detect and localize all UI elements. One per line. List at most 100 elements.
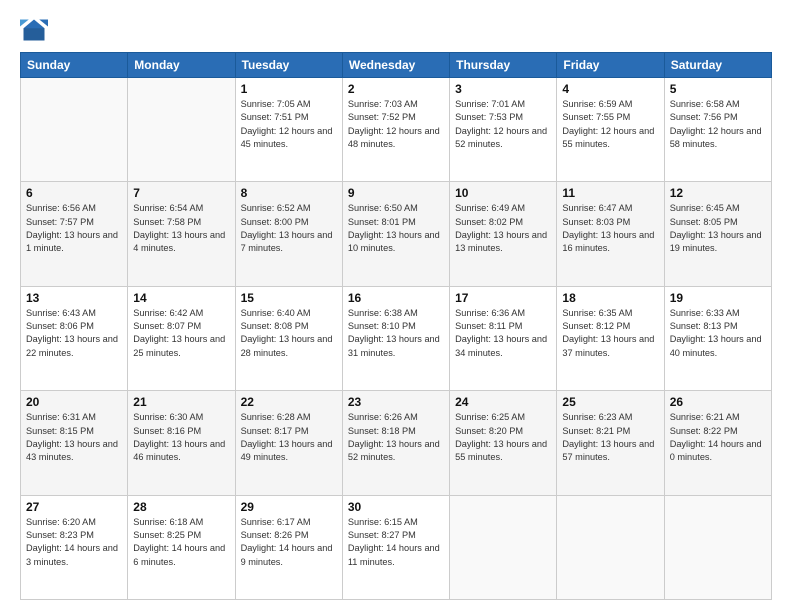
day-number: 4 [562,82,658,96]
day-info: Sunrise: 6:35 AM Sunset: 8:12 PM Dayligh… [562,307,658,360]
day-info: Sunrise: 6:38 AM Sunset: 8:10 PM Dayligh… [348,307,444,360]
day-info: Sunrise: 6:54 AM Sunset: 7:58 PM Dayligh… [133,202,229,255]
day-info: Sunrise: 6:58 AM Sunset: 7:56 PM Dayligh… [670,98,766,151]
calendar-cell: 2 Sunrise: 7:03 AM Sunset: 7:52 PM Daylig… [342,78,449,182]
day-info: Sunrise: 7:01 AM Sunset: 7:53 PM Dayligh… [455,98,551,151]
day-info: Sunrise: 6:20 AM Sunset: 8:23 PM Dayligh… [26,516,122,569]
calendar-cell [450,495,557,599]
col-header-thursday: Thursday [450,53,557,78]
calendar-cell [664,495,771,599]
calendar-cell: 24Sunrise: 6:25 AM Sunset: 8:20 PM Dayli… [450,391,557,495]
calendar-cell: 27 Sunrise: 6:20 AM Sunset: 8:23 PM Dayli… [21,495,128,599]
col-header-tuesday: Tuesday [235,53,342,78]
day-info: Sunrise: 6:56 AM Sunset: 7:57 PM Dayligh… [26,202,122,255]
day-number: 23 [348,395,444,409]
day-info: Sunrise: 7:03 AM Sunset: 7:52 PM Dayligh… [348,98,444,151]
day-number: 26 [670,395,766,409]
day-info: Sunrise: 6:21 AM Sunset: 8:22 PM Dayligh… [670,411,766,464]
calendar-table: SundayMondayTuesdayWednesdayThursdayFrid… [20,52,772,600]
calendar-cell: 30 Sunrise: 6:15 AM Sunset: 8:27 PM Dayli… [342,495,449,599]
day-number: 20 [26,395,122,409]
day-number: 27 [26,500,122,514]
day-number: 18 [562,291,658,305]
day-info: Sunrise: 6:18 AM Sunset: 8:25 PM Dayligh… [133,516,229,569]
calendar-cell: 1Sunrise: 7:05 AM Sunset: 7:51 PM Daylig… [235,78,342,182]
calendar-cell: 20 Sunrise: 6:31 AM Sunset: 8:15 PM Dayli… [21,391,128,495]
day-info: Sunrise: 6:49 AM Sunset: 8:02 PM Dayligh… [455,202,551,255]
day-number: 9 [348,186,444,200]
calendar-cell: 26 Sunrise: 6:21 AM Sunset: 8:22 PM Dayli… [664,391,771,495]
calendar-cell: 25 Sunrise: 6:23 AM Sunset: 8:21 PM Dayli… [557,391,664,495]
day-info: Sunrise: 6:26 AM Sunset: 8:18 PM Dayligh… [348,411,444,464]
day-info: Sunrise: 6:36 AM Sunset: 8:11 PM Dayligh… [455,307,551,360]
day-number: 25 [562,395,658,409]
calendar-cell: 10 Sunrise: 6:49 AM Sunset: 8:02 PM Dayli… [450,182,557,286]
calendar-cell: 21Sunrise: 6:30 AM Sunset: 8:16 PM Dayli… [128,391,235,495]
calendar-cell: 17Sunrise: 6:36 AM Sunset: 8:11 PM Dayli… [450,286,557,390]
week-row-4: 20 Sunrise: 6:31 AM Sunset: 8:15 PM Dayli… [21,391,772,495]
calendar-cell: 7 Sunrise: 6:54 AM Sunset: 7:58 PM Daylig… [128,182,235,286]
day-info: Sunrise: 6:50 AM Sunset: 8:01 PM Dayligh… [348,202,444,255]
day-number: 30 [348,500,444,514]
day-number: 21 [133,395,229,409]
calendar-cell [21,78,128,182]
page: SundayMondayTuesdayWednesdayThursdayFrid… [0,0,792,612]
logo-icon [20,16,48,44]
col-header-wednesday: Wednesday [342,53,449,78]
calendar-cell: 19 Sunrise: 6:33 AM Sunset: 8:13 PM Dayli… [664,286,771,390]
day-number: 5 [670,82,766,96]
day-info: Sunrise: 6:43 AM Sunset: 8:06 PM Dayligh… [26,307,122,360]
calendar-cell: 5 Sunrise: 6:58 AM Sunset: 7:56 PM Daylig… [664,78,771,182]
day-number: 28 [133,500,229,514]
day-number: 2 [348,82,444,96]
day-number: 13 [26,291,122,305]
day-number: 12 [670,186,766,200]
day-number: 7 [133,186,229,200]
week-row-1: 1Sunrise: 7:05 AM Sunset: 7:51 PM Daylig… [21,78,772,182]
calendar-cell: 4Sunrise: 6:59 AM Sunset: 7:55 PM Daylig… [557,78,664,182]
week-row-5: 27 Sunrise: 6:20 AM Sunset: 8:23 PM Dayli… [21,495,772,599]
calendar-cell [557,495,664,599]
calendar-cell: 6 Sunrise: 6:56 AM Sunset: 7:57 PM Daylig… [21,182,128,286]
calendar-cell: 18 Sunrise: 6:35 AM Sunset: 8:12 PM Dayli… [557,286,664,390]
week-row-3: 13 Sunrise: 6:43 AM Sunset: 8:06 PM Dayli… [21,286,772,390]
calendar-cell: 14Sunrise: 6:42 AM Sunset: 8:07 PM Dayli… [128,286,235,390]
day-info: Sunrise: 6:40 AM Sunset: 8:08 PM Dayligh… [241,307,337,360]
week-row-2: 6 Sunrise: 6:56 AM Sunset: 7:57 PM Daylig… [21,182,772,286]
day-number: 1 [241,82,337,96]
day-number: 10 [455,186,551,200]
calendar-cell: 28 Sunrise: 6:18 AM Sunset: 8:25 PM Dayli… [128,495,235,599]
calendar-cell: 23 Sunrise: 6:26 AM Sunset: 8:18 PM Dayli… [342,391,449,495]
calendar-cell: 13 Sunrise: 6:43 AM Sunset: 8:06 PM Dayli… [21,286,128,390]
day-info: Sunrise: 6:47 AM Sunset: 8:03 PM Dayligh… [562,202,658,255]
calendar-cell: 29 Sunrise: 6:17 AM Sunset: 8:26 PM Dayli… [235,495,342,599]
logo [20,16,52,44]
day-number: 8 [241,186,337,200]
day-info: Sunrise: 6:31 AM Sunset: 8:15 PM Dayligh… [26,411,122,464]
day-number: 16 [348,291,444,305]
day-info: Sunrise: 6:23 AM Sunset: 8:21 PM Dayligh… [562,411,658,464]
calendar-cell [128,78,235,182]
day-number: 22 [241,395,337,409]
day-number: 6 [26,186,122,200]
calendar-cell: 9 Sunrise: 6:50 AM Sunset: 8:01 PM Daylig… [342,182,449,286]
day-info: Sunrise: 6:52 AM Sunset: 8:00 PM Dayligh… [241,202,337,255]
calendar-cell: 12 Sunrise: 6:45 AM Sunset: 8:05 PM Dayli… [664,182,771,286]
day-number: 14 [133,291,229,305]
col-header-sunday: Sunday [21,53,128,78]
day-info: Sunrise: 6:15 AM Sunset: 8:27 PM Dayligh… [348,516,444,569]
calendar-cell: 16 Sunrise: 6:38 AM Sunset: 8:10 PM Dayli… [342,286,449,390]
day-number: 29 [241,500,337,514]
col-header-saturday: Saturday [664,53,771,78]
col-header-friday: Friday [557,53,664,78]
day-info: Sunrise: 6:28 AM Sunset: 8:17 PM Dayligh… [241,411,337,464]
calendar-cell: 3Sunrise: 7:01 AM Sunset: 7:53 PM Daylig… [450,78,557,182]
day-info: Sunrise: 6:25 AM Sunset: 8:20 PM Dayligh… [455,411,551,464]
day-info: Sunrise: 6:33 AM Sunset: 8:13 PM Dayligh… [670,307,766,360]
day-info: Sunrise: 6:17 AM Sunset: 8:26 PM Dayligh… [241,516,337,569]
day-number: 19 [670,291,766,305]
header-row: SundayMondayTuesdayWednesdayThursdayFrid… [21,53,772,78]
day-info: Sunrise: 6:45 AM Sunset: 8:05 PM Dayligh… [670,202,766,255]
day-number: 15 [241,291,337,305]
header [20,16,772,44]
